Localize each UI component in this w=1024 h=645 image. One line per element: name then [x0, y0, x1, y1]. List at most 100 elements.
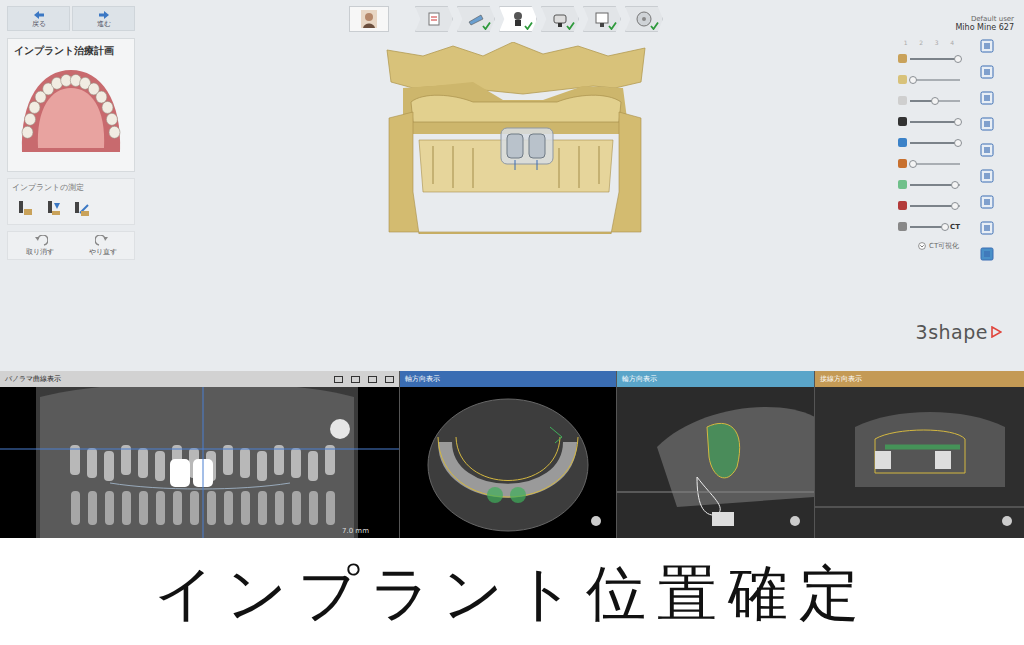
logo-triangle-icon [990, 326, 1002, 338]
view-tool-2-icon[interactable] [980, 65, 994, 79]
back-button[interactable]: 戻る [7, 6, 70, 31]
caption-text: インプラント位置確定 [154, 548, 870, 635]
view-tool-8-icon[interactable] [980, 221, 994, 235]
viewer-title: 軸方向表示 [405, 374, 440, 384]
slider-fill [910, 121, 958, 123]
viewer-tools [334, 375, 394, 384]
visibility-slider [898, 132, 960, 153]
undo-button[interactable]: 取り消す [8, 235, 71, 256]
slider-track[interactable] [910, 121, 960, 123]
workflow-step[interactable] [457, 6, 495, 32]
patient-button[interactable] [349, 6, 389, 32]
measure-tools [12, 193, 130, 217]
measure-tool-1-icon[interactable] [16, 199, 34, 217]
forward-arrow-icon [96, 9, 112, 21]
nav-label: 戻る [32, 21, 46, 29]
ct-label: CT可視化 [929, 241, 959, 251]
workflow-toolbar [349, 6, 681, 32]
workflow-step-5-icon [593, 10, 611, 28]
view-tool-1-icon[interactable] [980, 39, 994, 53]
measure-tool-3-icon[interactable] [72, 199, 90, 217]
slider-knob[interactable] [941, 223, 949, 231]
slider-knob[interactable] [954, 55, 962, 63]
tangential-viewer[interactable]: 接線方向表示 [814, 371, 1024, 538]
viewer-header: 輪方向表示 [617, 371, 814, 387]
view-tool-5-icon[interactable] [980, 143, 994, 157]
viewer-image [400, 387, 616, 538]
slider-track[interactable] [910, 205, 960, 207]
workflow-step-1-icon [425, 10, 443, 28]
viewer-tool-4-icon[interactable] [385, 375, 394, 384]
slider-knob[interactable] [951, 202, 959, 210]
view-tool-9-icon[interactable] [980, 247, 994, 261]
slider-fill [910, 163, 913, 165]
viewer-tool-2-icon[interactable] [351, 375, 360, 384]
forward-button[interactable]: 進む [72, 6, 135, 31]
slider-track[interactable] [910, 79, 960, 81]
user-info: Default userMiho Mine 627 [890, 15, 1024, 32]
measure-tool-2-icon[interactable] [44, 199, 62, 217]
treatment-plan-card[interactable]: インプラント治療計画 [7, 38, 135, 172]
slider-knob[interactable] [909, 76, 917, 84]
slider-fill [910, 100, 935, 102]
view-tool-3-icon[interactable] [980, 91, 994, 105]
caption-band: インプラント位置確定 [0, 538, 1024, 645]
view-tool-6-icon[interactable] [980, 169, 994, 183]
slider-knob[interactable] [954, 139, 962, 147]
slider-knob[interactable] [951, 181, 959, 189]
viewer-tool-3-icon[interactable] [368, 375, 377, 384]
slider-track[interactable] [910, 58, 960, 60]
layer-icon [898, 201, 907, 210]
layer-icon [898, 75, 907, 84]
visibility-slider [898, 69, 960, 90]
slider-track[interactable] [910, 184, 960, 186]
history-label: 取り消す [26, 248, 54, 256]
user-role: Default user [890, 15, 1014, 23]
view-tool-7-icon[interactable] [980, 195, 994, 209]
scale-number: 2 [919, 39, 923, 46]
ct-toggle[interactable]: CT可視化 [898, 241, 960, 251]
slider-fill [910, 58, 958, 60]
slider-knob[interactable] [931, 97, 939, 105]
slider-column: 1234CTCT可視化 [898, 36, 960, 261]
user-name: Miho Mine 627 [890, 23, 1014, 32]
jaw-3d-model[interactable] [383, 42, 647, 234]
slider-knob[interactable] [954, 118, 962, 126]
slider-fill [910, 142, 958, 144]
measure-section: インプラントの測定 [7, 178, 135, 225]
transverse-viewer[interactable]: 輪方向表示 [616, 371, 814, 538]
slider-track[interactable] [910, 142, 960, 144]
panorama-viewer[interactable]: パノラマ曲線表示7.0 mm [0, 371, 399, 538]
redo-icon [95, 235, 111, 248]
measure-title: インプラントの測定 [12, 182, 130, 193]
slider-track[interactable] [910, 226, 947, 228]
back-arrow-icon [31, 9, 47, 21]
card-title: インプラント治療計画 [8, 39, 134, 60]
visibility-slider [898, 153, 960, 174]
main-view [140, 0, 890, 371]
workflow-step[interactable] [499, 6, 537, 32]
visibility-slider [898, 111, 960, 132]
layer-icon [898, 180, 907, 189]
history-row: 取り消す やり直す [7, 231, 135, 260]
expand-circle-icon [918, 242, 926, 250]
slider-fill [910, 226, 945, 228]
slider-track[interactable] [910, 100, 960, 102]
left-panel: 戻る 進むインプラント治療計画インプラントの測定取り消す やり直す [0, 0, 140, 371]
logo-text: 3shape [916, 321, 988, 343]
workflow-step[interactable] [541, 6, 579, 32]
workflow-step[interactable] [625, 6, 663, 32]
done-check-icon [650, 21, 659, 30]
slider-knob[interactable] [909, 160, 917, 168]
brand-logo: 3shape [890, 321, 1024, 343]
view-tool-4-icon[interactable] [980, 117, 994, 131]
axial-viewer[interactable]: 軸方向表示 [399, 371, 616, 538]
viewer-tool-1-icon[interactable] [334, 375, 343, 384]
workflow-step-2-icon [467, 10, 485, 28]
scale-number: 4 [950, 39, 954, 46]
viewer-header: 接線方向表示 [815, 371, 1024, 387]
slider-track[interactable] [910, 163, 960, 165]
redo-button[interactable]: やり直す [71, 235, 134, 256]
workflow-step[interactable] [415, 6, 453, 32]
workflow-step[interactable] [583, 6, 621, 32]
